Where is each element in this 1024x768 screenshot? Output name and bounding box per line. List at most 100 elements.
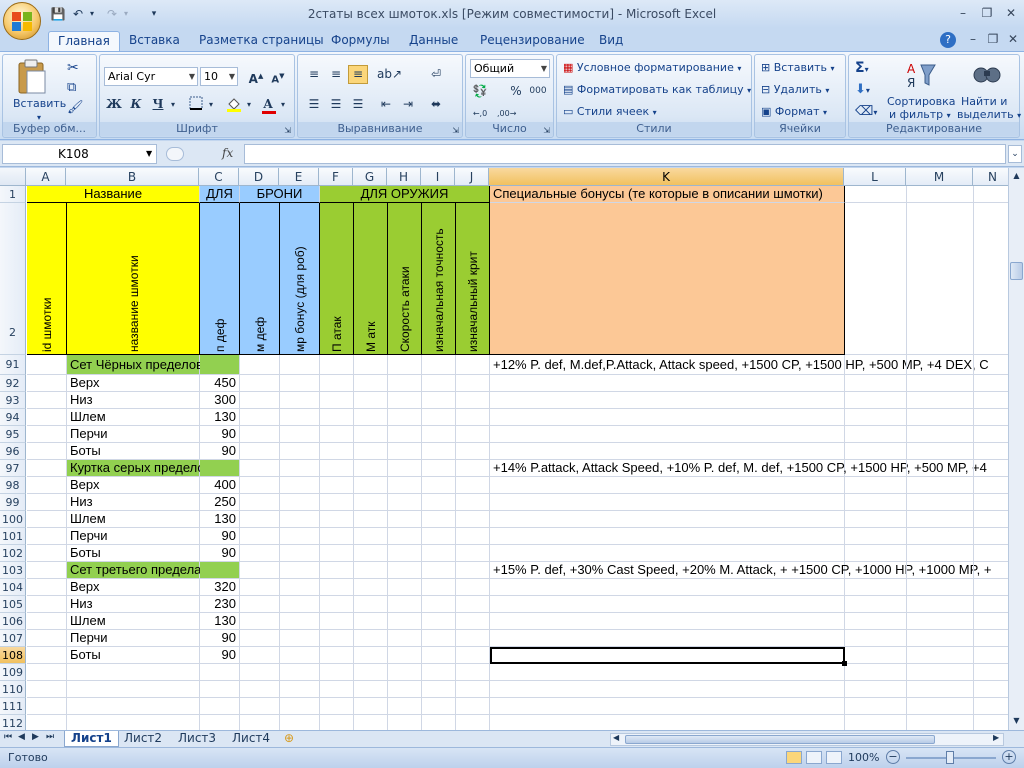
column-header-i[interactable]: I xyxy=(421,168,455,186)
column-header-e[interactable]: E xyxy=(279,168,319,186)
cell[interactable] xyxy=(422,596,456,613)
column-header-a[interactable]: A xyxy=(26,168,66,186)
column-header-g[interactable]: G xyxy=(353,168,387,186)
cell[interactable] xyxy=(280,375,320,392)
header-column-cell[interactable]: id шмотки xyxy=(27,203,67,355)
cell[interactable] xyxy=(27,681,67,698)
cell[interactable] xyxy=(845,494,907,511)
align-center-icon[interactable]: ☰ xyxy=(326,95,346,114)
row-header[interactable]: 109 xyxy=(0,664,26,681)
cell[interactable] xyxy=(388,426,422,443)
p-def-value-cell[interactable] xyxy=(200,681,240,698)
set-name-cell[interactable]: Сет Чёрных пределов xyxy=(67,355,203,375)
selected-cell-k108[interactable] xyxy=(490,647,845,664)
special-bonus-cell[interactable]: +12% P. def, M.def,P.Attack, Attack spee… xyxy=(490,355,989,375)
align-left-icon[interactable]: ☰ xyxy=(304,95,324,114)
cell[interactable] xyxy=(422,375,456,392)
p-def-value-cell[interactable]: 130 xyxy=(200,613,240,630)
cell[interactable] xyxy=(280,528,320,545)
item-name-cell[interactable]: Перчи xyxy=(67,528,200,545)
special-bonus-cell[interactable] xyxy=(490,511,845,528)
borders-dropdown-icon[interactable]: ▾ xyxy=(206,95,216,114)
cell[interactable] xyxy=(354,426,388,443)
cell[interactable] xyxy=(974,355,1008,375)
cell[interactable] xyxy=(240,579,280,596)
sort-filter-label-1[interactable]: Сортировка xyxy=(887,95,956,108)
decrease-indent-icon[interactable]: ⇤ xyxy=(376,95,396,114)
cell[interactable] xyxy=(320,494,354,511)
cell[interactable] xyxy=(280,409,320,426)
cell[interactable] xyxy=(845,664,907,681)
row-header[interactable]: 103 xyxy=(0,562,26,579)
cell[interactable] xyxy=(388,443,422,460)
cell[interactable] xyxy=(456,426,490,443)
cell[interactable] xyxy=(354,596,388,613)
item-name-cell[interactable]: Верх xyxy=(67,375,200,392)
cell[interactable] xyxy=(456,647,490,664)
conditional-formatting-button[interactable]: ▦ Условное форматирование ▾ xyxy=(563,59,741,78)
dialog-launcher-icon[interactable]: ⇲ xyxy=(543,126,550,135)
cell[interactable] xyxy=(845,613,907,630)
cell[interactable] xyxy=(280,426,320,443)
formula-input[interactable] xyxy=(244,144,1006,164)
cell[interactable] xyxy=(27,426,67,443)
page-layout-view-icon[interactable] xyxy=(806,751,822,764)
tab-page-layout[interactable]: Разметка страницы xyxy=(190,31,333,52)
orientation-icon[interactable]: ab↗ xyxy=(376,65,402,84)
cell[interactable] xyxy=(974,375,1008,392)
column-header-j[interactable]: J xyxy=(455,168,489,186)
cell[interactable] xyxy=(320,664,354,681)
column-header-k[interactable]: K xyxy=(489,168,844,186)
cell[interactable] xyxy=(240,460,280,477)
find-select-button[interactable]: выделить ▾ xyxy=(957,108,1021,122)
cell[interactable] xyxy=(27,392,67,409)
cell[interactable] xyxy=(240,698,280,715)
sheet-tab-3[interactable]: Лист3 xyxy=(172,731,222,747)
next-sheet-icon[interactable]: ▶ xyxy=(32,732,39,742)
cell[interactable] xyxy=(320,681,354,698)
dialog-launcher-icon[interactable]: ⇲ xyxy=(452,126,459,135)
p-def-value-cell[interactable]: 400 xyxy=(200,477,240,494)
cell[interactable] xyxy=(280,460,320,477)
cell[interactable] xyxy=(974,443,1008,460)
column-header-l[interactable]: L xyxy=(844,168,906,186)
increase-indent-icon[interactable]: ⇥ xyxy=(398,95,418,114)
cell[interactable] xyxy=(280,596,320,613)
p-def-value-cell[interactable]: 450 xyxy=(200,375,240,392)
cell[interactable] xyxy=(907,528,974,545)
cell[interactable] xyxy=(907,460,974,477)
cell[interactable] xyxy=(280,477,320,494)
cell[interactable] xyxy=(388,579,422,596)
cell[interactable] xyxy=(320,715,354,730)
cell[interactable] xyxy=(456,392,490,409)
zoom-level[interactable]: 100% xyxy=(848,751,879,764)
cell[interactable] xyxy=(907,562,974,579)
special-bonus-cell[interactable] xyxy=(490,528,845,545)
cell[interactable] xyxy=(845,528,907,545)
column-header-d[interactable]: D xyxy=(239,168,279,186)
cell[interactable] xyxy=(320,460,354,477)
row-header[interactable]: 94 xyxy=(0,409,26,426)
row-header[interactable]: 93 xyxy=(0,392,26,409)
cell[interactable] xyxy=(354,528,388,545)
sort-filter-icon[interactable]: АЯ xyxy=(903,59,937,90)
cell[interactable] xyxy=(320,698,354,715)
cell[interactable] xyxy=(388,681,422,698)
cell[interactable] xyxy=(974,579,1008,596)
cell[interactable] xyxy=(27,375,67,392)
zoom-in-icon[interactable]: + xyxy=(1002,750,1016,764)
cell[interactable] xyxy=(27,596,67,613)
cell[interactable] xyxy=(845,647,907,664)
cell[interactable] xyxy=(907,630,974,647)
horizontal-scrollbar[interactable]: ◀ ▶ xyxy=(610,733,1004,746)
p-def-value-cell[interactable]: 130 xyxy=(200,409,240,426)
special-bonus-cell[interactable] xyxy=(490,426,845,443)
cell[interactable] xyxy=(845,715,907,730)
cell[interactable] xyxy=(422,545,456,562)
cell[interactable] xyxy=(280,715,320,730)
cell[interactable] xyxy=(974,681,1008,698)
tab-home[interactable]: Главная xyxy=(48,31,120,52)
header-column-cell[interactable]: Скорость атаки xyxy=(388,203,422,355)
p-def-value-cell[interactable]: 250 xyxy=(200,494,240,511)
font-size-combo[interactable]: 10 ▼ xyxy=(200,67,238,86)
